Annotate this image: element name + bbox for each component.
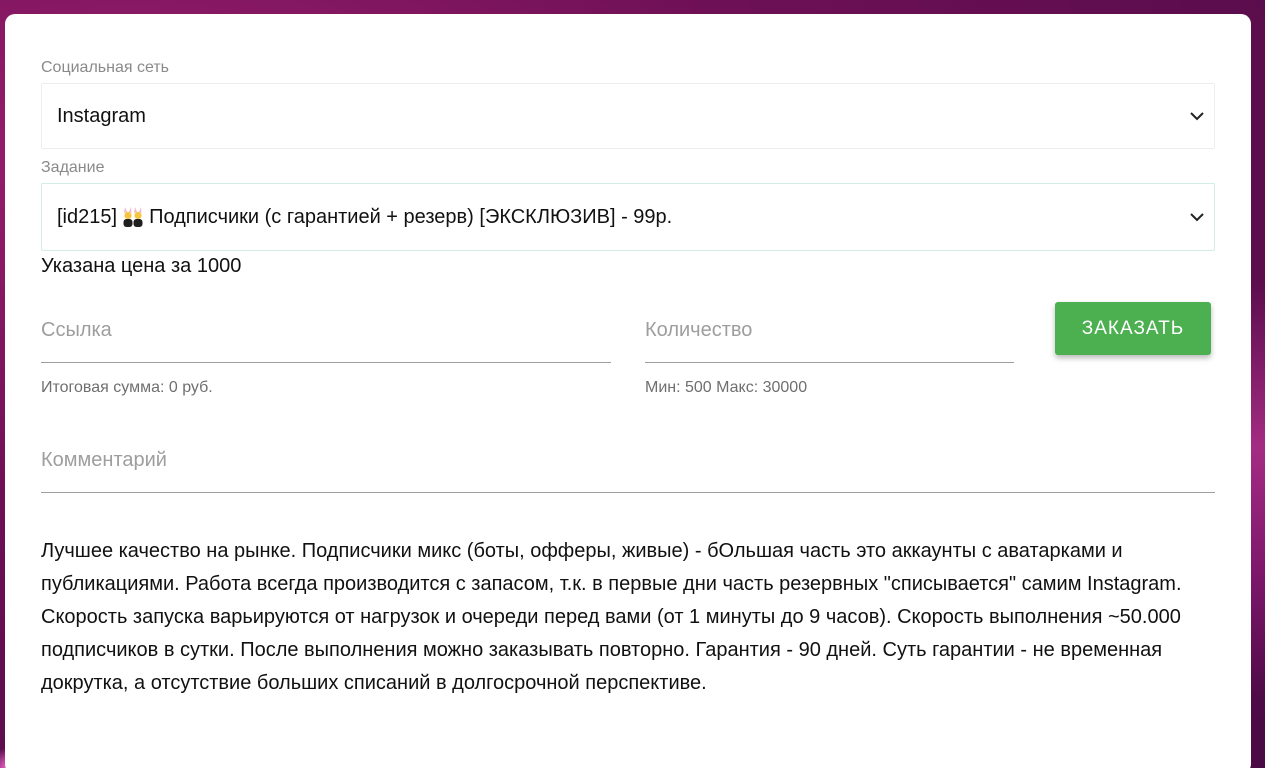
price-note: Указана цена за 1000 xyxy=(41,255,242,277)
network-select[interactable]: Instagram xyxy=(41,83,1215,149)
order-form-card: Социальная сеть Instagram Задание [id215… xyxy=(5,14,1251,768)
task-label: Задание xyxy=(41,159,105,176)
quantity-input-placeholder: Количество xyxy=(645,319,753,341)
quantity-limits-text: Мин: 500 Макс: 30000 xyxy=(645,379,808,396)
service-description: Лучшее качество на рынке. Подписчики мик… xyxy=(41,540,1182,694)
chevron-down-icon xyxy=(1190,112,1204,121)
people-with-bunny-ears-icon xyxy=(121,206,145,228)
comment-input[interactable]: Комментарий xyxy=(41,443,1215,493)
link-input[interactable]: Ссылка xyxy=(41,313,611,363)
comment-input-placeholder: Комментарий xyxy=(41,449,167,471)
quantity-input[interactable]: Количество xyxy=(645,313,1014,363)
order-button[interactable]: ЗАКАЗАТЬ xyxy=(1055,302,1211,355)
total-sum-text: Итоговая сумма: 0 руб. xyxy=(41,379,213,396)
task-select[interactable]: [id215] Подписчики (с гарантией + резерв… xyxy=(41,183,1215,251)
link-input-placeholder: Ссылка xyxy=(41,319,112,341)
task-select-prefix: [id215] xyxy=(57,205,118,228)
task-select-text: Подписчики (с гарантией + резерв) [ЭКСКЛ… xyxy=(149,205,673,228)
network-label: Социальная сеть xyxy=(41,59,169,76)
network-select-value: Instagram xyxy=(57,104,146,127)
chevron-down-icon xyxy=(1190,213,1204,222)
